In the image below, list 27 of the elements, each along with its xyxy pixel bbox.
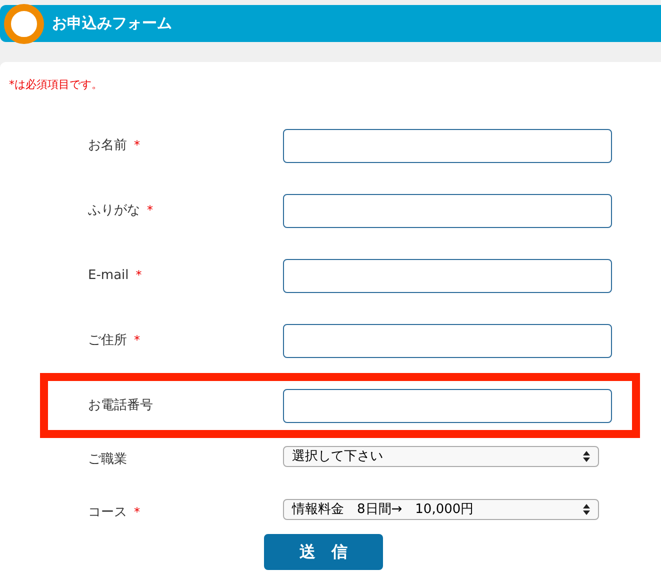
- select-value: 選択して下さい: [292, 448, 383, 466]
- required-mark: *: [136, 266, 142, 284]
- input-field[interactable]: [283, 324, 612, 358]
- field-label: ご職業: [88, 451, 127, 469]
- select-field[interactable]: 情報料金 8日間→ 10,000円: [283, 499, 599, 520]
- stepper-icon: [583, 504, 590, 515]
- field-label: ふりがな: [88, 202, 140, 220]
- field-label: お名前: [88, 136, 127, 155]
- required-mark: *: [147, 202, 153, 219]
- stepper-icon: [583, 451, 590, 462]
- field-label: E-mail: [88, 266, 129, 285]
- input-field[interactable]: [283, 388, 612, 422]
- field-label: お電話番号: [88, 396, 153, 415]
- required-mark: *: [134, 136, 140, 154]
- header-title: お申込みフォーム: [52, 13, 172, 34]
- input-field[interactable]: [283, 194, 612, 228]
- required-mark: *: [134, 504, 140, 521]
- input-field[interactable]: [283, 128, 612, 162]
- required-mark: *: [134, 332, 140, 349]
- circle-icon: [4, 4, 44, 44]
- select-field[interactable]: 選択して下さい: [283, 446, 599, 467]
- select-value: 情報料金 8日間→ 10,000円: [292, 500, 474, 519]
- field-label: コース: [88, 504, 127, 522]
- field-label: ご住所: [88, 332, 127, 350]
- required-note: *は必須項目です。: [9, 77, 102, 93]
- input-field[interactable]: [283, 258, 612, 292]
- submit-button[interactable]: 送 信: [264, 534, 383, 570]
